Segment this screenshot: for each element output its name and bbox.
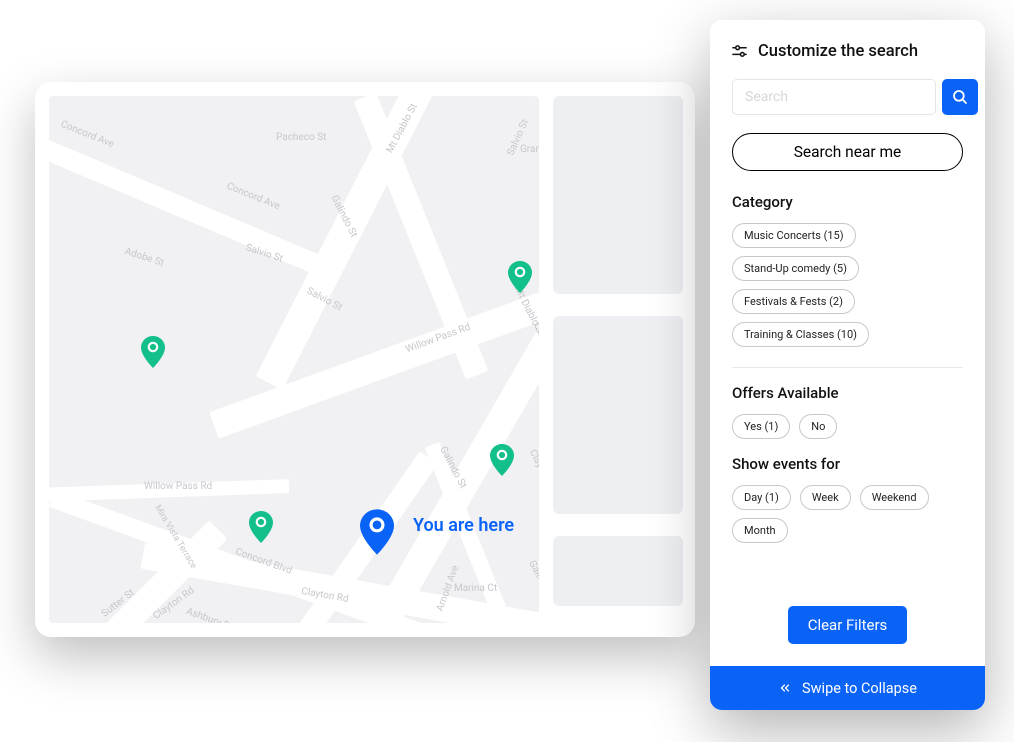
map-pin-icon[interactable] xyxy=(249,511,273,543)
offers-chip[interactable]: No xyxy=(799,414,837,439)
events-heading: Show events for xyxy=(732,455,963,473)
category-chip[interactable]: Training & Classes (10) xyxy=(732,322,869,347)
street-label: Marina Ct xyxy=(454,583,497,594)
category-chip[interactable]: Festivals & Fests (2) xyxy=(732,289,855,314)
street-label: Clayton Rd xyxy=(527,448,539,495)
category-chips: Music Concerts (15) Stand-Up comedy (5) … xyxy=(732,223,963,347)
category-chip[interactable]: Stand-Up comedy (5) xyxy=(732,256,859,281)
divider xyxy=(732,367,963,368)
swipe-to-collapse[interactable]: Swipe to Collapse xyxy=(710,666,985,710)
user-location-pin-icon[interactable] xyxy=(360,509,394,555)
map-pin-icon[interactable] xyxy=(490,444,514,476)
events-chips: Day (1) Week Weekend Month xyxy=(732,485,963,543)
street-label: Willow Pass Rd xyxy=(144,481,212,492)
search-icon xyxy=(951,88,969,106)
map-area[interactable]: Concord Ave Adobe St Pacheco St Mt Diabl… xyxy=(49,96,539,623)
search-input[interactable] xyxy=(732,79,936,115)
result-skeletons xyxy=(553,96,683,623)
category-chip[interactable]: Music Concerts (15) xyxy=(732,223,856,248)
street-label: Grant St xyxy=(520,144,539,155)
events-chip[interactable]: Week xyxy=(800,485,851,510)
filter-panel: Customize the search Search near me Cate… xyxy=(710,20,985,710)
chevrons-left-icon xyxy=(778,681,792,695)
search-button[interactable] xyxy=(942,79,978,115)
street-label: Galindo St xyxy=(526,559,539,604)
search-near-me-button[interactable]: Search near me xyxy=(732,133,963,171)
main-card: Concord Ave Adobe St Pacheco St Mt Diabl… xyxy=(35,82,695,637)
sliders-icon xyxy=(732,44,747,59)
map-pin-icon[interactable] xyxy=(508,261,532,293)
events-chip[interactable]: Day (1) xyxy=(732,485,791,510)
skeleton-card xyxy=(553,96,683,294)
events-chip[interactable]: Month xyxy=(732,518,788,543)
offers-chips: Yes (1) No xyxy=(732,414,963,439)
category-heading: Category xyxy=(732,193,963,211)
street-label: Concord Ave xyxy=(59,119,115,150)
street-label: Concord Ave xyxy=(225,181,281,212)
offers-chip[interactable]: Yes (1) xyxy=(732,414,790,439)
street-label: Ashbury Dr xyxy=(185,606,235,623)
events-chip[interactable]: Weekend xyxy=(860,485,929,510)
skeleton-card xyxy=(553,316,683,514)
offers-heading: Offers Available xyxy=(732,384,963,402)
street-label: Pacheco St xyxy=(276,132,326,143)
skeleton-card xyxy=(553,536,683,606)
map-pin-icon[interactable] xyxy=(141,336,165,368)
clear-filters-button[interactable]: Clear Filters xyxy=(788,606,908,644)
panel-title: Customize the search xyxy=(732,42,963,61)
street-label: Adobe St xyxy=(123,246,165,269)
you-are-here-label: You are here xyxy=(413,514,514,538)
